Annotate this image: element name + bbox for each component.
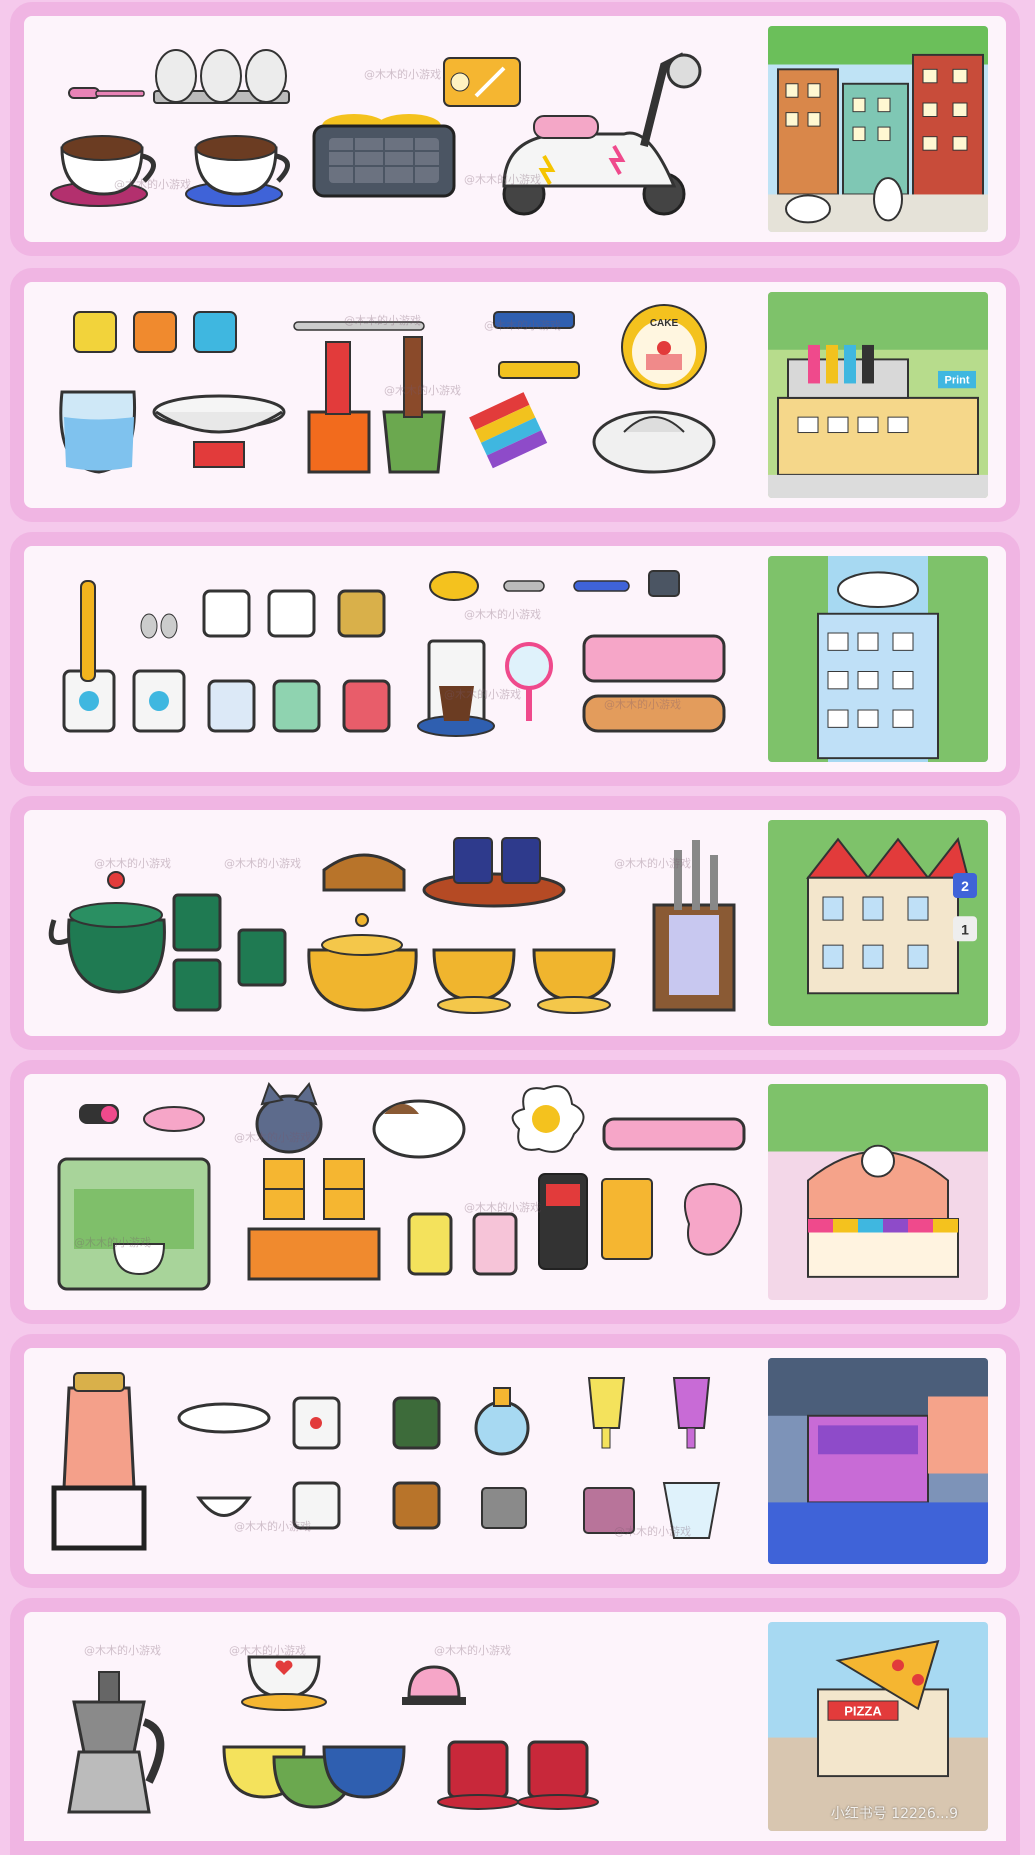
paint-bucket-item[interactable] (382, 336, 446, 474)
color-swatches-item[interactable] (469, 392, 548, 469)
goblets-item[interactable] (583, 1377, 721, 1539)
item-row-print: CAKE @木木的小游戏 @木木的小游戏 @木木的小游戏 (24, 282, 764, 508)
red-mugs-item[interactable] (437, 1740, 599, 1810)
print-sign: Print (944, 375, 969, 387)
pizza-sign: PIZZA (844, 1704, 882, 1719)
panel-city: @木木的小游戏 @木木的小游戏 @木木的小游戏 (10, 2, 1020, 256)
rose-mugs-item[interactable] (292, 1396, 341, 1530)
egg-item[interactable] (511, 1085, 585, 1153)
coffee-cup-item[interactable] (50, 135, 156, 207)
white-bowls-item[interactable] (177, 1402, 271, 1517)
grey-cat-item[interactable] (255, 1081, 323, 1154)
cat-bed-item[interactable] (372, 1099, 466, 1159)
gloves-tray-item[interactable] (592, 410, 716, 474)
brush-long-item[interactable] (293, 321, 425, 331)
green-teapot-item[interactable] (48, 871, 166, 994)
corner-id-text: 小红书号 12226...9 (830, 1806, 958, 1822)
mirror-item[interactable] (505, 642, 553, 721)
panel-market: @木木的小游戏 @木木的小游戏 (10, 1334, 1020, 1588)
potion-bottle-item[interactable] (474, 1387, 530, 1529)
spoon-cup-item[interactable] (407, 1212, 518, 1276)
mug-pattern-item[interactable] (207, 679, 391, 733)
item-catalog-page: @木木的小游戏 @木木的小游戏 @木木的小游戏 CAKE @木木的小游戏 @木木… (0, 0, 1035, 1855)
juice-dispenser-item[interactable] (51, 1372, 147, 1551)
item-row-city: @木木的小游戏 @木木的小游戏 @木木的小游戏 (24, 16, 764, 242)
polka-cups-item[interactable] (222, 1745, 406, 1809)
scene-market[interactable] (768, 1358, 988, 1564)
scene-villa[interactable]: 2 1 (768, 820, 988, 1026)
scene-pizza[interactable]: PIZZA 小红书号 12226...9 (768, 1622, 988, 1831)
panel-apartment: @木木的小游戏 @木木的小游戏 @木木的小游戏 (10, 532, 1020, 786)
panel-print-shop: CAKE @木木的小游戏 @木木的小游戏 @木木的小游戏 Print (10, 268, 1020, 522)
spoon-holder-item[interactable] (132, 613, 186, 733)
makeup-brush-holder-item[interactable] (652, 840, 736, 1012)
bread-item[interactable] (322, 853, 406, 892)
earth-mugs-item[interactable] (392, 1396, 441, 1530)
cup-stack-item[interactable] (247, 1158, 381, 1281)
pos-terminal-item[interactable] (538, 1173, 653, 1270)
mug-stripe-item[interactable] (202, 589, 386, 638)
bell-item[interactable] (402, 1665, 466, 1705)
bowl-stand-item[interactable] (152, 394, 286, 468)
glass-item[interactable] (59, 390, 137, 474)
panel-pizza: @木木的小游戏 @木木的小游戏 @木木的小游戏 PIZZA 小红书号 12226… (10, 1598, 1020, 1855)
item-row-villa: @木木的小游戏 @木木的小游戏 @木木的小游戏 (24, 810, 764, 1036)
brush-item[interactable] (68, 87, 145, 99)
moka-pot-item[interactable] (67, 1671, 165, 1814)
cotton-candy-item[interactable] (684, 1182, 743, 1256)
scooter-item[interactable] (502, 52, 702, 216)
egg-tray-item[interactable] (153, 49, 290, 104)
floor-button-1[interactable]: 1 (961, 923, 969, 938)
cup-tray-item[interactable] (422, 837, 566, 908)
scene-city[interactable] (768, 26, 988, 232)
coffee-maker-item[interactable] (417, 639, 495, 737)
green-cups-item[interactable] (172, 893, 287, 1012)
pink-tray-item[interactable] (582, 634, 726, 733)
sponge-item[interactable] (429, 570, 680, 601)
paw-toy-item[interactable] (79, 1104, 205, 1132)
coffee-cup-blue-item[interactable] (185, 135, 290, 207)
cat-tray-item[interactable] (602, 1117, 746, 1151)
gift-card-item[interactable] (443, 57, 521, 107)
paint-jars-item[interactable] (73, 311, 237, 353)
gold-teapot-item[interactable] (307, 913, 418, 1012)
cutter-item[interactable] (493, 311, 580, 379)
floor-button-2[interactable]: 2 (961, 879, 969, 894)
item-row-apartment: @木木的小游戏 @木木的小游戏 @木木的小游戏 (24, 546, 764, 772)
cake-badge-item[interactable]: CAKE (621, 304, 707, 390)
scene-apartment[interactable] (768, 556, 988, 762)
scene-cat-cafe[interactable] (768, 1084, 988, 1300)
cake-label: CAKE (650, 318, 679, 329)
item-row-cat-cafe: @木木的小游戏 @木木的小游戏 @木木的小游戏 (24, 1074, 764, 1310)
waffle-maker-item[interactable] (312, 114, 456, 198)
scene-print-shop[interactable]: Print (768, 292, 988, 498)
panel-villa: @木木的小游戏 @木木的小游戏 @木木的小游戏 2 1 (10, 796, 1020, 1050)
heart-cup-item[interactable] (241, 1655, 327, 1711)
lipstick-item[interactable] (307, 341, 371, 474)
panel-cat-cafe: @木木的小游戏 @木木的小游戏 @木木的小游戏 (10, 1060, 1020, 1324)
espresso-machine-item[interactable] (57, 1157, 211, 1291)
item-row-market: @木木的小游戏 @木木的小游戏 (24, 1348, 764, 1574)
item-row-pizza: @木木的小游戏 @木木的小游戏 @木木的小游戏 (24, 1612, 764, 1841)
gold-cups-item[interactable] (432, 948, 616, 1014)
toothbrush-holder-item[interactable] (62, 580, 116, 733)
